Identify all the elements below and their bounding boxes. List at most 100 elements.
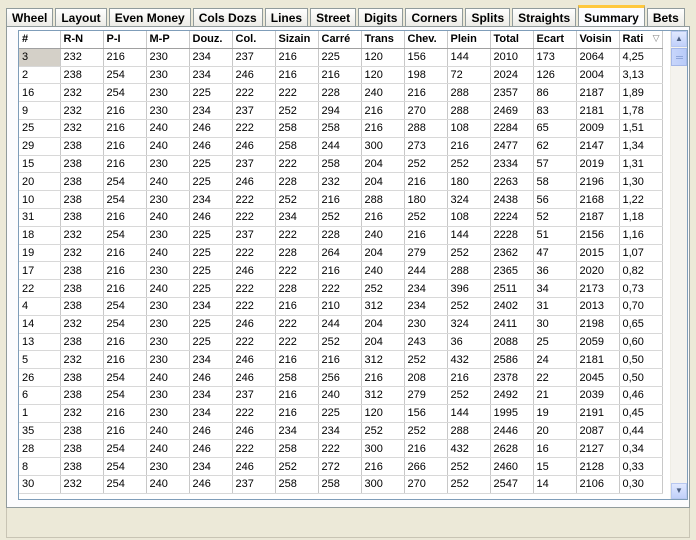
column-header[interactable]: Chev.: [404, 31, 448, 49]
tab-bets[interactable]: Bets: [646, 8, 685, 26]
table-cell: 288: [404, 119, 448, 138]
table-cell: 288: [361, 190, 405, 209]
column-header[interactable]: Carré: [318, 31, 362, 49]
table-cell: 204: [361, 172, 405, 192]
tab-summary[interactable]: Summary: [578, 5, 645, 27]
table-cell: 1,30: [619, 172, 663, 192]
table-row[interactable]: 35 238 216 240 246 246 234 234 252 252 288 2446 20 20…: [19, 422, 663, 441]
table-row[interactable]: 1 232 216 230 234 222 216 225 120 156 144 1995 19 219…: [19, 404, 663, 423]
table-cell: 2446: [490, 422, 534, 441]
tab-strip: Wheel Layout Even Money Cols Dozs Lines Stree…: [6, 5, 687, 27]
table-cell: 2547: [490, 475, 534, 494]
table-cell: 21: [533, 386, 577, 405]
table-cell: 222: [232, 119, 276, 138]
table-row[interactable]: 8 238 254 230 234 246 252 272 216 266 252 2460 15 212…: [19, 457, 663, 476]
table-row[interactable]: 25 232 216 240 246 222 258 258 216 288 108 2284 65 20…: [19, 119, 663, 138]
table-row[interactable]: 19 232 216 240 225 222 228 264 204 279 252 2362 47 20…: [19, 244, 663, 263]
table-cell: 232: [60, 101, 104, 120]
tab-lines[interactable]: Lines: [264, 8, 309, 26]
table-cell: 222: [275, 261, 319, 281]
column-header[interactable]: Douz.: [189, 31, 233, 49]
summary-grid[interactable]: # R-N P-I M-P Douz. Col. Sizain Carré Trans Chev.…: [18, 30, 688, 500]
vertical-scrollbar[interactable]: ▲ ▼: [670, 31, 687, 499]
column-header[interactable]: M-P: [146, 31, 190, 49]
column-header[interactable]: Ecart: [533, 31, 577, 49]
table-cell: 252: [447, 386, 491, 405]
column-header[interactable]: Col.: [232, 31, 276, 49]
table-cell: 35: [19, 422, 61, 441]
table-row[interactable]: 16 232 254 230 225 222 222 228 240 216 288 2357 86 21…: [19, 83, 663, 103]
table-cell: 228: [275, 244, 319, 263]
table-row[interactable]: 14 232 254 230 225 246 222 244 204 230 324 2411 30 21…: [19, 315, 663, 334]
table-row[interactable]: 18 232 254 230 225 237 222 228 240 216 144 2228 51 21…: [19, 226, 663, 245]
table-cell: 273: [404, 137, 448, 156]
column-header[interactable]: Trans: [361, 31, 405, 49]
table-row[interactable]: 30 232 254 240 246 237 258 258 300 270 252 2547 14 21…: [19, 475, 663, 494]
table-row[interactable]: 26 238 254 240 246 246 258 256 216 208 216 2378 22 20…: [19, 368, 663, 387]
table-row[interactable]: 6 238 254 230 234 237 216 240 312 279 252 2492 21 203…: [19, 386, 663, 405]
table-row[interactable]: 20 238 254 240 225 246 228 232 204 216 180 2263 58 21…: [19, 172, 663, 192]
tab-even-money[interactable]: Even Money: [108, 8, 191, 26]
tab-splits[interactable]: Splits: [465, 8, 511, 26]
table-cell: 230: [146, 226, 190, 245]
tab-cols-dozs[interactable]: Cols Dozs: [192, 8, 263, 26]
sort-descending-icon[interactable]: ▽: [653, 33, 660, 44]
tab-straights[interactable]: Straights: [512, 8, 577, 26]
table-cell: 2024: [490, 66, 534, 85]
table-row[interactable]: 2 238 254 230 234 246 216 216 120 198 72 2024 126 200…: [19, 66, 663, 85]
table-row[interactable]: 5 232 216 230 234 246 216 216 312 252 432 2586 24 218…: [19, 350, 663, 370]
tab-street[interactable]: Street: [310, 8, 357, 26]
table-cell: 252: [404, 155, 448, 174]
column-header[interactable]: Voisin: [576, 31, 620, 49]
table-row[interactable]: 13 238 216 230 225 222 222 252 204 243 36 2088 25 205…: [19, 333, 663, 352]
table-cell: 2191: [576, 404, 620, 423]
scroll-down-arrow-icon[interactable]: ▼: [671, 483, 687, 499]
table-cell: 0,33: [619, 457, 663, 476]
tab-wheel[interactable]: Wheel: [6, 8, 54, 26]
table-cell: 230: [146, 66, 190, 85]
table-cell: 232: [60, 48, 104, 67]
table-cell: 222: [232, 83, 276, 103]
table-row[interactable]: 3 232 216 230 234 237 216 225 120 156 144 2010 173 20…: [19, 48, 663, 67]
column-header[interactable]: Sizain: [275, 31, 319, 49]
table-cell: 156: [404, 404, 448, 423]
column-header[interactable]: #: [19, 31, 61, 49]
table-cell: 254: [103, 475, 147, 494]
table-cell: 24: [533, 350, 577, 370]
tab-layout[interactable]: Layout: [55, 8, 107, 26]
table-cell: 240: [146, 172, 190, 192]
tab-digits[interactable]: Digits: [358, 8, 404, 26]
table-cell: 240: [146, 368, 190, 387]
table-row[interactable]: 31 238 216 240 246 222 234 252 216 252 108 2224 52 21…: [19, 208, 663, 227]
table-cell: 216: [318, 261, 362, 281]
table-row[interactable]: 22 238 216 240 225 222 228 222 252 234 396 2511 34 21…: [19, 279, 663, 298]
table-row[interactable]: 28 238 254 240 246 222 258 222 300 216 432 2628 16 21…: [19, 439, 663, 459]
table-row[interactable]: 17 238 216 230 225 246 222 216 240 244 288 2365 36 20…: [19, 261, 663, 281]
column-header[interactable]: Total: [490, 31, 534, 49]
table-cell: 0,65: [619, 315, 663, 334]
table-cell: 294: [318, 101, 362, 120]
table-cell: 144: [447, 226, 491, 245]
table-cell: 225: [189, 333, 233, 352]
tab-corners[interactable]: Corners: [405, 8, 464, 26]
table-cell: 2228: [490, 226, 534, 245]
table-row[interactable]: 9 232 216 230 234 237 252 294 216 270 288 2469 83 218…: [19, 101, 663, 120]
table-cell: 252: [318, 208, 362, 227]
scrollbar-thumb[interactable]: [671, 48, 687, 66]
table-row[interactable]: 4 238 254 230 234 222 216 210 312 234 252 2402 31 201…: [19, 297, 663, 316]
column-header[interactable]: Plein: [447, 31, 491, 49]
table-cell: 2196: [576, 172, 620, 192]
column-header[interactable]: Rati ▽: [619, 31, 663, 49]
table-cell: 240: [318, 386, 362, 405]
table-row[interactable]: 15 238 216 230 225 237 222 258 204 252 252 2334 57 20…: [19, 155, 663, 174]
table-cell: 246: [189, 475, 233, 494]
table-cell: 216: [404, 83, 448, 103]
table-cell: 2181: [576, 101, 620, 120]
scroll-up-arrow-icon[interactable]: ▲: [671, 31, 687, 47]
table-cell: 216: [404, 172, 448, 192]
table-cell: 234: [189, 350, 233, 370]
column-header[interactable]: R-N: [60, 31, 104, 49]
table-row[interactable]: 29 238 216 240 246 246 258 244 300 273 216 2477 62 21…: [19, 137, 663, 156]
table-row[interactable]: 10 238 254 230 234 222 252 216 288 180 324 2438 56 21…: [19, 190, 663, 209]
column-header[interactable]: P-I: [103, 31, 147, 49]
